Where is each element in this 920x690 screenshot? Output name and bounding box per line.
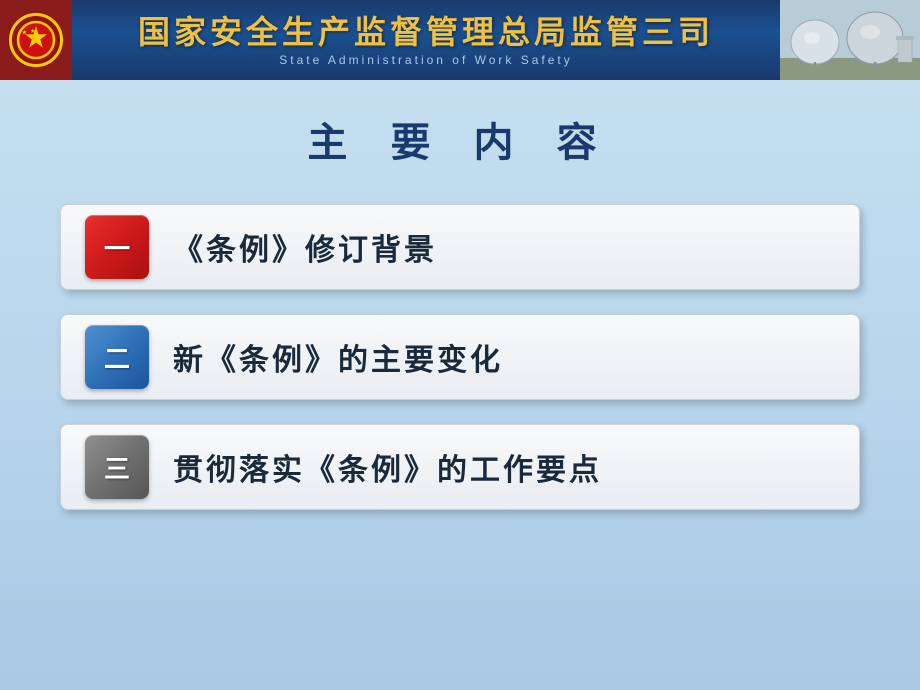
menu-item-1-text: 《条例》修订背景 — [173, 225, 437, 269]
header-chinese-title: 国家安全生产监督管理总局监管三司 — [138, 13, 714, 51]
main-content: 主 要 内 容 一 《条例》修订背景 二 新《条例》的主要变化 三 贯彻落实《条… — [0, 80, 920, 690]
menu-item-2[interactable]: 二 新《条例》的主要变化 — [60, 314, 860, 400]
menu-items-container: 一 《条例》修订背景 二 新《条例》的主要变化 三 贯彻落实《条例》的工作要点 — [60, 204, 860, 510]
page-title: 主 要 内 容 — [307, 110, 612, 168]
header-english-title: State Administration of Work Safety — [279, 53, 573, 67]
menu-item-3[interactable]: 三 贯彻落实《条例》的工作要点 — [60, 424, 860, 510]
header-title-area: 国家安全生产监督管理总局监管三司 State Administration of… — [72, 13, 780, 67]
menu-item-3-text: 贯彻落实《条例》的工作要点 — [173, 445, 602, 489]
badge-3: 三 — [85, 435, 149, 499]
badge-1: 一 — [85, 215, 149, 279]
badge-2: 二 — [85, 325, 149, 389]
menu-item-2-text: 新《条例》的主要变化 — [173, 335, 503, 379]
header-right-image — [780, 0, 920, 80]
national-emblem — [9, 13, 63, 67]
header-emblem-area — [0, 0, 72, 80]
header: 国家安全生产监督管理总局监管三司 State Administration of… — [0, 0, 920, 80]
menu-item-1[interactable]: 一 《条例》修订背景 — [60, 204, 860, 290]
